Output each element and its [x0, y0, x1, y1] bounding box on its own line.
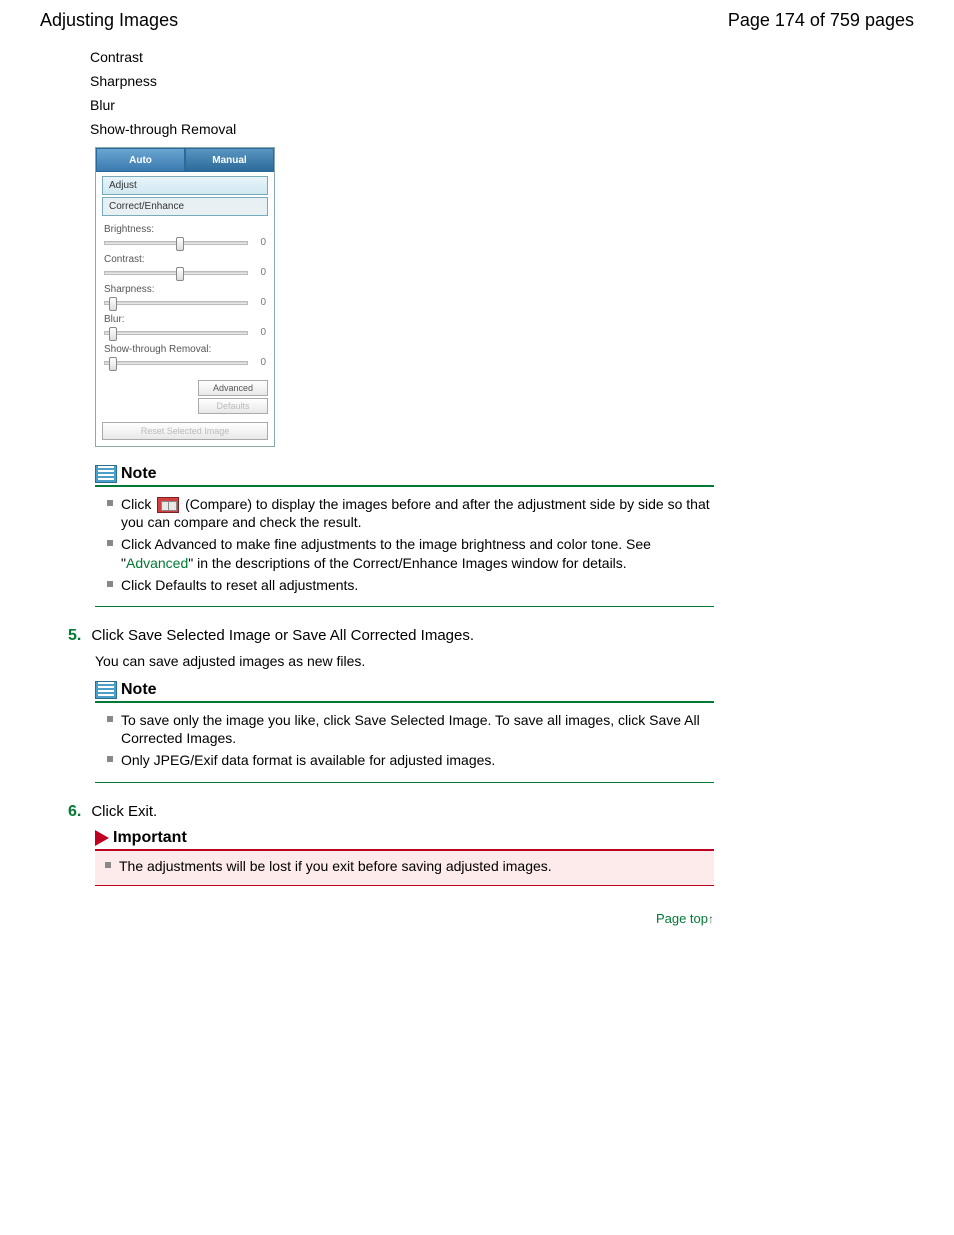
note-item: Click Advanced to make fine adjustments …: [121, 535, 714, 571]
tab-auto[interactable]: Auto: [96, 148, 185, 172]
note-section: Note Click (Compare) to display the imag…: [95, 465, 714, 607]
adjustment-names-list: Contrast Sharpness Blur Show-through Rem…: [90, 49, 914, 137]
list-item: Contrast: [90, 49, 914, 65]
note-item: Only JPEG/Exif data format is available …: [121, 751, 714, 769]
page-indicator: Page 174 of 759 pages: [728, 10, 914, 31]
slider-value: 0: [254, 267, 266, 278]
step-subtext: You can save adjusted images as new file…: [95, 653, 914, 669]
compare-icon: [157, 497, 179, 513]
blur-slider[interactable]: [104, 331, 248, 335]
contrast-slider[interactable]: [104, 271, 248, 275]
important-title: Important: [113, 829, 187, 847]
subtab-adjust[interactable]: Adjust: [102, 176, 268, 195]
note-section: Note To save only the image you like, cl…: [95, 681, 714, 783]
slider-value: 0: [254, 297, 266, 308]
advanced-button[interactable]: Advanced: [198, 380, 268, 396]
bullet-icon: [107, 716, 113, 722]
note-icon: [95, 681, 117, 699]
bullet-icon: [107, 756, 113, 762]
defaults-button[interactable]: Defaults: [198, 398, 268, 414]
sharpness-slider[interactable]: [104, 301, 248, 305]
bullet-icon: [105, 862, 111, 868]
slider-value: 0: [254, 357, 266, 368]
reset-selected-image-button[interactable]: Reset Selected Image: [102, 422, 268, 440]
subtab-correct-enhance[interactable]: Correct/Enhance: [102, 197, 268, 216]
note-icon: [95, 465, 117, 483]
slider-label: Contrast:: [104, 254, 266, 265]
step-number: 5.: [68, 627, 81, 645]
slider-label: Show-through Removal:: [104, 344, 266, 355]
bullet-icon: [107, 500, 113, 506]
bullet-icon: [107, 540, 113, 546]
bullet-icon: [107, 581, 113, 587]
slider-label: Brightness:: [104, 224, 266, 235]
step-number: 6.: [68, 803, 81, 821]
brightness-slider[interactable]: [104, 241, 248, 245]
step-text: Click Exit.: [91, 803, 157, 821]
note-title: Note: [121, 681, 157, 699]
tab-manual[interactable]: Manual: [185, 148, 274, 172]
slider-value: 0: [254, 237, 266, 248]
up-arrow-icon: ↑: [708, 912, 714, 926]
step-5: 5. Click Save Selected Image or Save All…: [68, 627, 914, 645]
important-icon: [95, 830, 109, 846]
page-top-link[interactable]: Page top: [656, 911, 708, 926]
note-item: To save only the image you like, click S…: [121, 711, 714, 747]
adjust-panel: Auto Manual Adjust Correct/Enhance Brigh…: [95, 147, 275, 447]
page-title: Adjusting Images: [40, 10, 178, 31]
step-text: Click Save Selected Image or Save All Co…: [91, 627, 474, 645]
list-item: Show-through Removal: [90, 121, 914, 137]
slider-value: 0: [254, 327, 266, 338]
list-item: Blur: [90, 97, 914, 113]
advanced-link[interactable]: Advanced: [126, 555, 188, 571]
note-title: Note: [121, 465, 157, 483]
step-6: 6. Click Exit.: [68, 803, 914, 821]
slider-label: Blur:: [104, 314, 266, 325]
important-text: The adjustments will be lost if you exit…: [119, 857, 704, 875]
list-item: Sharpness: [90, 73, 914, 89]
showthrough-slider[interactable]: [104, 361, 248, 365]
slider-label: Sharpness:: [104, 284, 266, 295]
note-item: Click (Compare) to display the images be…: [121, 495, 714, 531]
note-item: Click Defaults to reset all adjustments.: [121, 576, 714, 594]
important-section: Important The adjustments will be lost i…: [95, 829, 714, 886]
